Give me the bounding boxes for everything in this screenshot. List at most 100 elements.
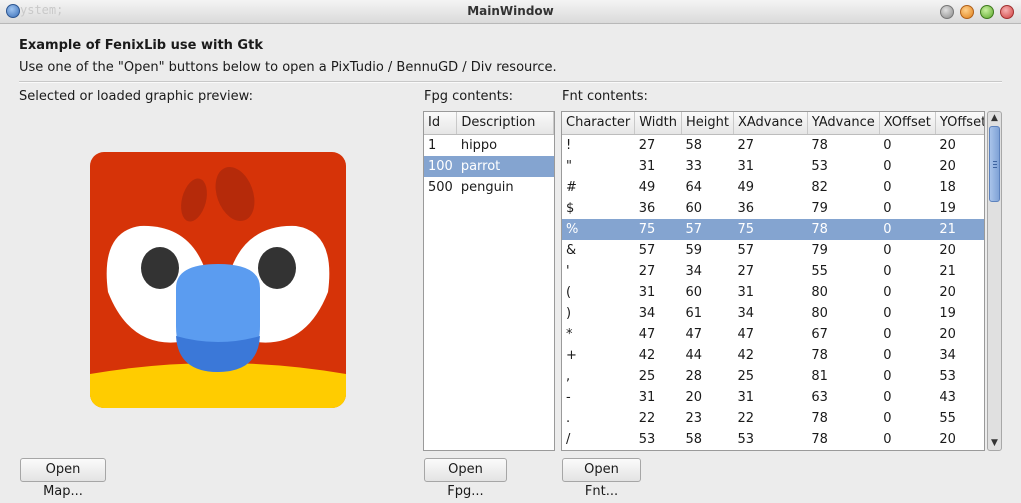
scrollbar-thumb[interactable]	[989, 126, 1000, 202]
parrot-preview-image	[90, 152, 346, 408]
fpg-cell: 1	[428, 137, 437, 153]
fnt-cell: 67	[811, 326, 828, 342]
fnt-row[interactable]: (31 60 31 80 0 20	[562, 282, 984, 303]
window-close-button[interactable]	[1000, 5, 1014, 19]
fpg-list[interactable]: Id Description 1 hippo 100 parrot 500 penguin	[423, 111, 555, 451]
fnt-cell: 61	[685, 305, 703, 321]
fnt-cell: 82	[811, 179, 828, 195]
fnt-row[interactable]: * 47 47 47 67 0 20	[562, 324, 984, 345]
fnt-row[interactable]: ' 27 34 27 55 0 21	[562, 261, 984, 282]
fnt-cell: 42	[638, 347, 656, 363]
fnt-cell: 55	[939, 410, 956, 426]
fnt-cell: 22	[737, 410, 754, 426]
fnt-cell: 0	[883, 431, 892, 447]
fnt-cell: 75	[733, 218, 808, 240]
fnt-cell: 0	[883, 200, 892, 216]
fnt-cell: 63	[811, 389, 828, 405]
fnt-row[interactable]: " 31 33 31 53 0 20	[562, 156, 984, 177]
fnt-cell: 60	[685, 200, 703, 216]
fnt-cell: 19	[939, 305, 956, 321]
fnt-row[interactable]: % 75 57 75 78 0 21	[562, 218, 984, 240]
scroll-up-arrow-icon[interactable]: ▲	[988, 112, 1001, 125]
fnt-cell: 78	[811, 347, 828, 363]
fpg-label: Fpg contents:	[424, 89, 514, 104]
fnt-cell: 31	[638, 389, 656, 405]
window-titlebar: ystem; MainWindow	[0, 0, 1021, 24]
fnt-cell: 79	[811, 200, 828, 216]
fnt-column-header[interactable]: Width	[634, 112, 682, 135]
fpg-row[interactable]: 100 parrot	[424, 155, 554, 177]
open-fpg-button[interactable]: Open Fpg...	[424, 458, 507, 499]
fnt-cell: 22	[638, 410, 656, 426]
fnt-row[interactable]: +42 44 42 78 0 34	[562, 345, 984, 366]
fpg-cell: penguin	[460, 179, 514, 195]
fnt-cell: 27	[737, 137, 754, 153]
fnt-cell: 20	[685, 389, 703, 405]
fnt-cell: 58	[685, 431, 703, 447]
fnt-cell: 0	[879, 218, 936, 240]
fnt-cell: 34	[685, 263, 703, 279]
fnt-cell: 20	[939, 326, 956, 342]
fnt-column-header[interactable]: Height	[681, 112, 734, 135]
fnt-row[interactable]: ! 27 58 27 78 0 20	[562, 134, 984, 156]
fnt-row[interactable]: , 25 28 25 81 0 53	[562, 366, 984, 387]
fnt-cell: 33	[685, 158, 703, 174]
page-title: Example of FenixLib use with Gtk	[19, 38, 263, 53]
fpg-row[interactable]: 1 hippo	[424, 134, 554, 156]
window-title: MainWindow	[467, 4, 554, 18]
fnt-cell: 27	[638, 263, 656, 279]
open-map-button[interactable]: Open Map...	[20, 458, 106, 499]
fpg-column-header[interactable]: Id	[424, 112, 458, 135]
fnt-cell: 0	[883, 242, 892, 258]
fnt-cell: 81	[811, 368, 828, 384]
fnt-cell: 31	[638, 158, 656, 174]
fnt-cell: 57	[681, 218, 734, 240]
fnt-row[interactable]: & 57 59 57 79 0 20	[562, 240, 984, 261]
fnt-cell: 25	[638, 368, 656, 384]
fnt-row[interactable]: ) 34 61 34 80 0 19	[562, 303, 984, 324]
fnt-cell: 27	[737, 263, 754, 279]
fnt-column-header[interactable]: YOffset	[935, 112, 984, 135]
window-shade-button[interactable]	[940, 5, 954, 19]
fnt-cell: .	[566, 410, 571, 426]
fpg-column-header[interactable]: Description	[456, 112, 554, 135]
fnt-cell: 36	[737, 200, 754, 216]
fnt-cell: 18	[939, 179, 956, 195]
fnt-cell: 0	[883, 284, 892, 300]
fnt-column-header[interactable]: Character	[562, 112, 636, 135]
fnt-cell: 0	[883, 263, 892, 279]
window-minimize-button[interactable]	[960, 5, 974, 19]
open-fnt-button[interactable]: Open Fnt...	[562, 458, 641, 499]
fnt-column-header[interactable]: YAdvance	[807, 112, 880, 135]
fnt-cell: 53	[939, 368, 956, 384]
fnt-row[interactable]: / 53 58 53 78 0 20	[562, 429, 984, 450]
fnt-cell: 49	[737, 179, 754, 195]
fnt-scrollbar[interactable]: ▲ ▼	[987, 111, 1002, 451]
fnt-row[interactable]: #49 64 49 82 0 18	[562, 177, 984, 198]
fnt-cell: 19	[939, 200, 956, 216]
scroll-down-arrow-icon[interactable]: ▼	[988, 437, 1001, 450]
fnt-cell: 80	[811, 305, 828, 321]
window-maximize-button[interactable]	[980, 5, 994, 19]
fnt-cell: 31	[638, 284, 656, 300]
fnt-cell: 78	[811, 410, 828, 426]
fnt-cell: "	[566, 158, 572, 174]
fnt-cell: 64	[685, 179, 703, 195]
fnt-column-header[interactable]: XAdvance	[733, 112, 808, 135]
fnt-row[interactable]: - 31 20 31 63 0 43	[562, 387, 984, 408]
fnt-cell: 60	[685, 284, 703, 300]
fnt-cell: /	[566, 431, 571, 447]
fnt-cell: +	[566, 347, 577, 363]
fnt-cell: 58	[685, 137, 703, 153]
fnt-column-header[interactable]: XOffset	[879, 112, 936, 135]
fnt-cell: 25	[737, 368, 754, 384]
fnt-cell: #	[566, 179, 577, 195]
fnt-row[interactable]: . 22 23 22 78 0 55	[562, 408, 984, 429]
fpg-row[interactable]: 500 penguin	[424, 177, 554, 198]
fpg-cell: hippo	[460, 137, 498, 153]
fnt-cell: 43	[939, 389, 956, 405]
fnt-cell: 0	[883, 179, 892, 195]
header-separator	[19, 81, 1002, 83]
fnt-row[interactable]: $36 60 36 79 0 19	[562, 198, 984, 219]
fnt-list[interactable]: Character Width Height XAdvance YAdvance XOff…	[561, 111, 985, 451]
